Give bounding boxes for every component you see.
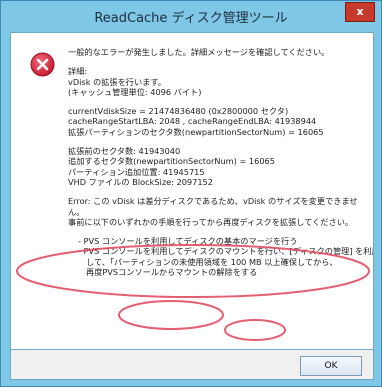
message-line: (キャッシュ管理単位: 4096 バイト): [68, 86, 202, 97]
dialog-window: ReadCache ディスク管理ツール x 一般的なエラーが発生しました。詳細メ…: [0, 0, 382, 387]
error-line: Error: この vDisk は差分ディスクであるため、vDisk のサイズを…: [68, 196, 358, 207]
message-line: VHD ファイルの BlockSize: 2097152: [68, 176, 213, 187]
message-line: cacheRangeStartLBA: 2048 , cacheRangeEnd…: [68, 116, 317, 127]
instruction-line: 事前に以下のいずれかの手順を行ってから再度ディスクを拡張してください。: [68, 216, 354, 227]
message-line: 拡張パーティションのセクタ数(newpartitionSectorNum) = …: [68, 126, 324, 137]
message-line: 追加するセクタ数(newpartitionSectorNum) = 16065: [68, 156, 275, 167]
close-button[interactable]: x: [345, 2, 375, 22]
ok-button[interactable]: OK: [300, 356, 362, 376]
title-bar[interactable]: ReadCache ディスク管理ツール x: [1, 1, 381, 31]
message-line: 拡張前のセクタ数: 41943040: [68, 146, 181, 157]
step-line: - PVS コンソールを利用してディスクの基本のマージを行う: [78, 236, 298, 247]
error-icon: [30, 52, 55, 77]
details-label: 詳細:: [68, 66, 88, 77]
message-panel: 一般的なエラーが発生しました。詳細メッセージを確認してください。 詳細: vDi…: [10, 32, 374, 350]
annotation-ellipse-detail: [118, 300, 224, 330]
step-line: 再度PVSコンソールからマウントの解除をする: [86, 267, 258, 278]
message-line: パーティション追加位置: 41945715: [68, 166, 205, 177]
message-line: currentVdiskSize = 21474836480 (0x280000…: [68, 106, 289, 117]
button-bar: OK: [10, 350, 374, 380]
step-line: して、「パーティションの未使用領域を 100 MB 以上確保してから、: [86, 256, 338, 267]
message-headline: 一般的なエラーが発生しました。詳細メッセージを確認してください。: [68, 47, 330, 57]
message-line: vDisk の拡張を行います。: [68, 76, 166, 87]
annotation-ellipse-unmount: [224, 319, 286, 341]
step-line: - PVS コンソールを利用してディスクのマウントを行い、[ディスクの管理] を…: [78, 246, 374, 257]
window-title: ReadCache ディスク管理ツール: [94, 11, 288, 26]
message-text: 一般的なエラーが発生しました。詳細メッセージを確認してください。 詳細: vDi…: [68, 47, 374, 278]
error-line: ん。: [68, 206, 85, 217]
